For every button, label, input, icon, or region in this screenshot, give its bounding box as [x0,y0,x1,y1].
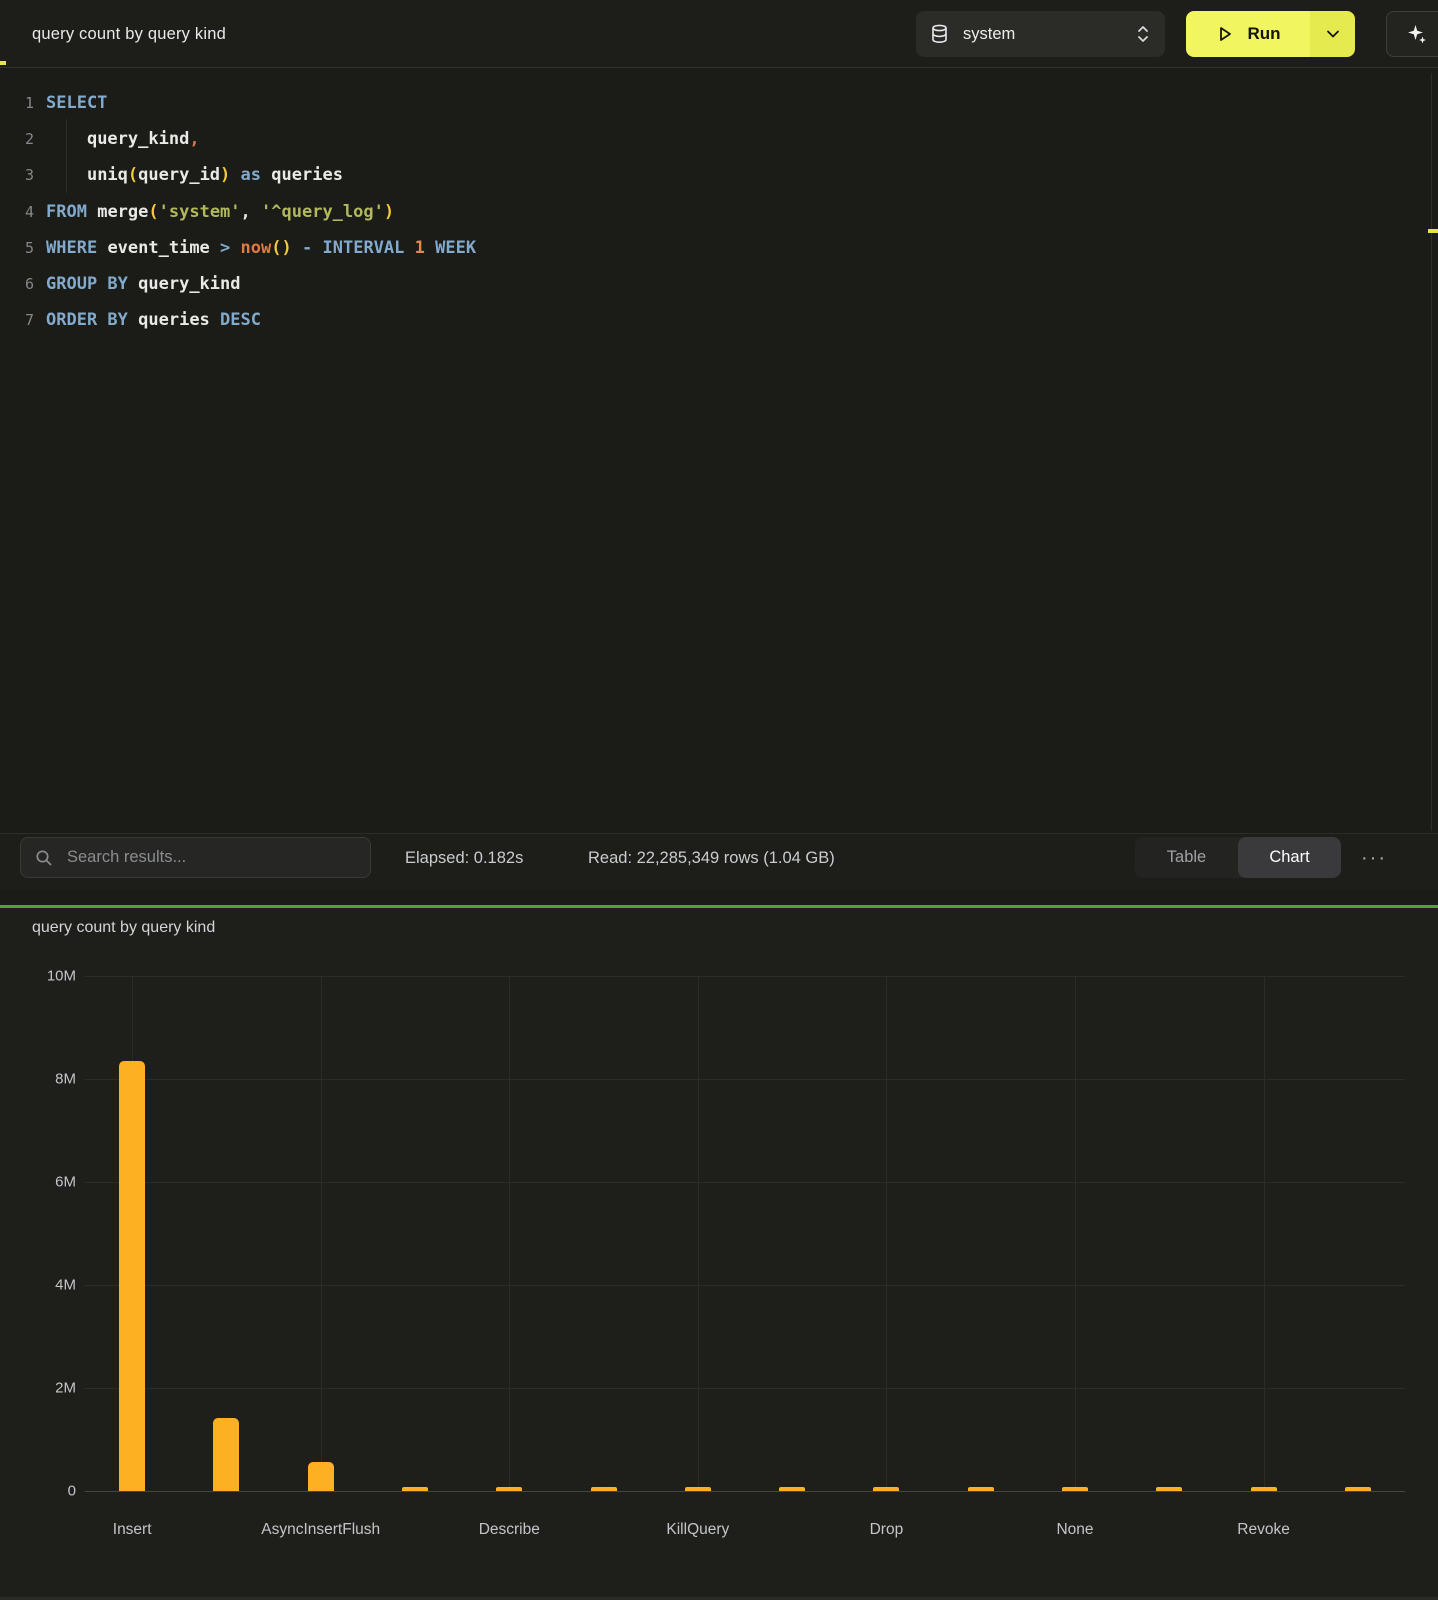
bar-unlabeled[interactable] [402,1487,428,1491]
line-number: 7 [0,311,46,329]
x-axis-label: AsyncInsertFlush [261,1521,380,1539]
y-gridline [85,1285,1405,1286]
search-icon [35,849,53,867]
ai-assistant-button[interactable] [1386,11,1438,57]
bar-Describe[interactable] [496,1487,522,1491]
sql-editor[interactable]: 1SELECT2 query_kind,3 uniq(query_id) as … [0,69,1438,833]
x-axis-label: Drop [870,1521,904,1539]
y-gridline [85,1388,1405,1389]
code-text: WHERE event_time > now() - INTERVAL 1 WE… [46,238,476,258]
y-gridline [85,976,1405,977]
code-text: ORDER BY queries DESC [46,310,261,330]
database-icon [930,24,949,44]
x-gridline [1075,976,1076,1491]
search-box[interactable] [20,837,371,878]
bar-unlabeled[interactable] [591,1487,617,1491]
play-icon [1215,24,1235,44]
y-axis-tick-label: 0 [16,1483,76,1500]
editor-tab-marker [0,61,6,65]
x-axis-label: KillQuery [666,1521,729,1539]
x-gridline [321,976,322,1491]
x-axis-label: None [1056,1521,1093,1539]
y-gridline [85,1079,1405,1080]
code-line[interactable]: 6GROUP BY query_kind [0,266,1438,302]
database-selector[interactable]: system [916,11,1165,57]
results-toolbar: Elapsed: 0.182s Read: 22,285,349 rows (1… [0,833,1438,890]
line-number: 5 [0,239,46,257]
x-gridline [698,976,699,1491]
line-number: 3 [0,166,46,184]
bar-None[interactable] [1062,1487,1088,1491]
bar-unlabeled[interactable] [779,1487,805,1491]
table-view-tab[interactable]: Table [1135,837,1238,878]
bar-unlabeled[interactable] [968,1487,994,1491]
view-toggle: Table Chart [1135,837,1341,878]
code-line[interactable]: 2 query_kind, [0,121,1438,157]
chevron-down-icon [1326,29,1340,39]
y-gridline [85,1182,1405,1183]
x-gridline [886,976,887,1491]
y-axis-tick-label: 10M [16,968,76,985]
code-text: SELECT [46,93,107,113]
line-number: 1 [0,94,46,112]
bar-unlabeled[interactable] [213,1418,239,1491]
read-stat: Read: 22,285,349 rows (1.04 GB) [588,834,835,882]
code-text: query_kind, [46,129,200,149]
y-axis-tick-label: 6M [16,1174,76,1191]
code-line[interactable]: 1SELECT [0,85,1438,121]
bar-Insert[interactable] [119,1061,145,1491]
code-line[interactable]: 3 uniq(query_id) as queries [0,157,1438,193]
line-number: 4 [0,203,46,221]
query-title: query count by query kind [32,0,226,68]
y-axis-tick-label: 4M [16,1277,76,1294]
bar-Drop[interactable] [873,1487,899,1491]
sparkle-icon [1406,23,1428,45]
code-line[interactable]: 4FROM merge('system', '^query_log') [0,194,1438,230]
y-axis-tick-label: 8M [16,1071,76,1088]
run-button-label: Run [1247,24,1280,44]
search-results-input[interactable] [65,847,356,868]
x-axis-label: Insert [113,1521,152,1539]
bar-unlabeled[interactable] [1156,1487,1182,1491]
chart-view-tab[interactable]: Chart [1238,837,1341,878]
bar-Revoke[interactable] [1251,1487,1277,1491]
y-gridline [85,1491,1405,1492]
database-selector-value: system [963,25,1135,44]
header-bar: query count by query kind system [0,0,1438,68]
line-number: 2 [0,130,46,148]
code-text: GROUP BY query_kind [46,274,241,294]
bar-AsyncInsertFlush[interactable] [308,1462,334,1491]
y-axis-tick-label: 2M [16,1380,76,1397]
line-number: 6 [0,275,46,293]
editor-scrollbar-track[interactable] [1431,73,1432,831]
chart-title: query count by query kind [32,912,215,944]
indent-guide [66,119,67,193]
scrollbar-annotation-marker [1428,229,1438,233]
run-split-button: Run [1186,11,1355,57]
bar-unlabeled[interactable] [1345,1487,1371,1491]
run-options-button[interactable] [1310,11,1355,57]
x-gridline [509,976,510,1491]
chart-panel: query count by query kind 10M 8M 6M 4M 2M 0 In… [0,908,1438,1600]
code-line[interactable]: 7ORDER BY queries DESC [0,302,1438,338]
x-gridline [1264,976,1265,1491]
code-text: FROM merge('system', '^query_log') [46,202,394,222]
code-line[interactable]: 5WHERE event_time > now() - INTERVAL 1 W… [0,230,1438,266]
more-options-button[interactable]: ··· [1352,834,1396,882]
x-axis-label: Revoke [1237,1521,1290,1539]
x-axis-label: Describe [479,1521,540,1539]
bar-KillQuery[interactable] [685,1487,711,1491]
elapsed-stat: Elapsed: 0.182s [405,834,523,882]
run-button[interactable]: Run [1186,11,1310,57]
sql-console-window: query count by query kind system [0,0,1438,1600]
chevron-updown-icon [1135,23,1151,45]
code-text: uniq(query_id) as queries [46,165,343,185]
